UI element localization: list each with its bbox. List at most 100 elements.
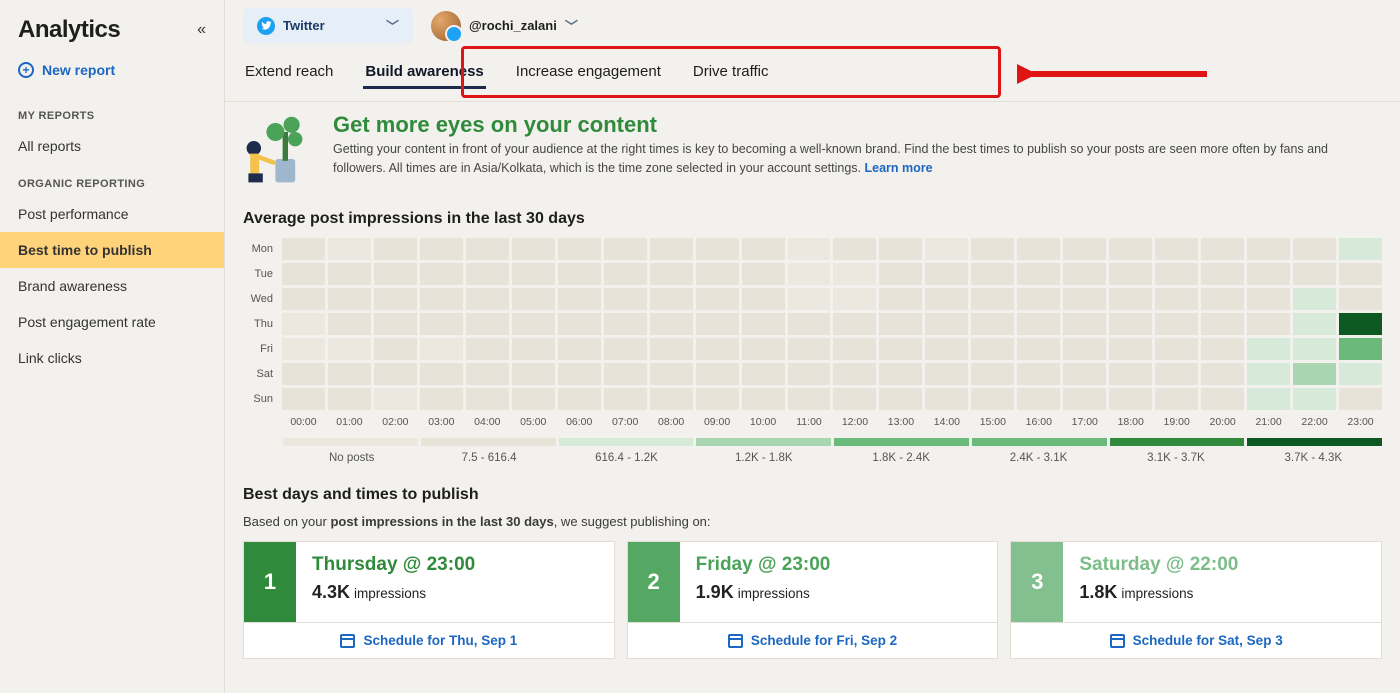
heatmap-cell[interactable] [742,363,785,385]
heatmap-cell[interactable] [1017,388,1060,410]
heatmap-cell[interactable] [879,338,922,360]
heatmap-cell[interactable] [1155,288,1198,310]
heatmap-cell[interactable] [1201,338,1244,360]
heatmap-cell[interactable] [879,288,922,310]
heatmap-cell[interactable] [282,313,325,335]
heatmap-cell[interactable] [879,313,922,335]
heatmap-cell[interactable] [1293,338,1336,360]
heatmap-cell[interactable] [971,388,1014,410]
heatmap-cell[interactable] [1247,363,1290,385]
heatmap-cell[interactable] [650,263,693,285]
tab-extend-reach[interactable]: Extend reach [243,57,335,89]
heatmap-cell[interactable] [1063,238,1106,260]
heatmap-cell[interactable] [558,338,601,360]
heatmap-cell[interactable] [512,238,555,260]
heatmap-cell[interactable] [1293,313,1336,335]
heatmap-cell[interactable] [1339,288,1382,310]
heatmap-cell[interactable] [1201,313,1244,335]
heatmap-cell[interactable] [879,388,922,410]
tab-drive-traffic[interactable]: Drive traffic [691,57,771,89]
heatmap-cell[interactable] [1017,363,1060,385]
heatmap-cell[interactable] [833,388,876,410]
heatmap-cell[interactable] [1247,388,1290,410]
heatmap-cell[interactable] [1063,288,1106,310]
heatmap-cell[interactable] [512,338,555,360]
heatmap-cell[interactable] [604,288,647,310]
heatmap-cell[interactable] [466,238,509,260]
heatmap-cell[interactable] [558,313,601,335]
heatmap-cell[interactable] [466,388,509,410]
tab-increase-engagement[interactable]: Increase engagement [514,57,663,89]
heatmap-cell[interactable] [650,338,693,360]
heatmap-cell[interactable] [420,288,463,310]
heatmap-cell[interactable] [1063,313,1106,335]
heatmap-cell[interactable] [742,288,785,310]
heatmap-cell[interactable] [1293,388,1336,410]
heatmap-cell[interactable] [558,238,601,260]
heatmap-cell[interactable] [1155,363,1198,385]
heatmap-cell[interactable] [282,288,325,310]
heatmap-cell[interactable] [604,263,647,285]
heatmap-cell[interactable] [925,288,968,310]
heatmap-cell[interactable] [833,338,876,360]
heatmap-cell[interactable] [1155,263,1198,285]
heatmap-cell[interactable] [1247,238,1290,260]
heatmap-cell[interactable] [1017,238,1060,260]
sidebar-item-best-time[interactable]: Best time to publish [0,232,224,268]
heatmap-cell[interactable] [1063,263,1106,285]
learn-more-link[interactable]: Learn more [865,161,933,175]
heatmap-cell[interactable] [512,363,555,385]
heatmap-cell[interactable] [420,388,463,410]
heatmap-cell[interactable] [558,363,601,385]
heatmap-cell[interactable] [282,263,325,285]
heatmap-cell[interactable] [925,263,968,285]
heatmap-cell[interactable] [282,338,325,360]
heatmap-cell[interactable] [1201,363,1244,385]
sidebar-item-brand-awareness[interactable]: Brand awareness [0,268,224,304]
heatmap-cell[interactable] [466,313,509,335]
heatmap-cell[interactable] [696,288,739,310]
heatmap-cell[interactable] [1063,363,1106,385]
heatmap-cell[interactable] [1247,288,1290,310]
heatmap-cell[interactable] [512,263,555,285]
heatmap-cell[interactable] [1017,338,1060,360]
heatmap-cell[interactable] [374,238,417,260]
heatmap-cell[interactable] [925,338,968,360]
heatmap-cell[interactable] [1109,263,1152,285]
heatmap-cell[interactable] [742,388,785,410]
heatmap-cell[interactable] [696,363,739,385]
heatmap-cell[interactable] [971,238,1014,260]
heatmap-cell[interactable] [1293,238,1336,260]
heatmap-cell[interactable] [604,363,647,385]
heatmap-cell[interactable] [833,263,876,285]
heatmap-cell[interactable] [788,363,831,385]
heatmap-cell[interactable] [1109,288,1152,310]
heatmap-cell[interactable] [420,238,463,260]
heatmap-cell[interactable] [328,263,371,285]
heatmap-cell[interactable] [833,288,876,310]
heatmap-cell[interactable] [328,313,371,335]
heatmap-cell[interactable] [971,288,1014,310]
heatmap-cell[interactable] [374,313,417,335]
heatmap-cell[interactable] [1339,263,1382,285]
heatmap-cell[interactable] [1293,263,1336,285]
heatmap-cell[interactable] [1063,388,1106,410]
heatmap-cell[interactable] [1247,263,1290,285]
heatmap-cell[interactable] [282,238,325,260]
new-report-button[interactable]: + New report [0,52,224,96]
schedule-button-1[interactable]: Schedule for Thu, Sep 1 [244,622,614,658]
heatmap-cell[interactable] [742,263,785,285]
heatmap-cell[interactable] [1247,313,1290,335]
heatmap-cell[interactable] [1109,313,1152,335]
heatmap-cell[interactable] [879,363,922,385]
heatmap-cell[interactable] [925,238,968,260]
heatmap-cell[interactable] [1017,313,1060,335]
heatmap-cell[interactable] [696,338,739,360]
sidebar-item-engagement-rate[interactable]: Post engagement rate [0,304,224,340]
heatmap-cell[interactable] [788,338,831,360]
schedule-button-2[interactable]: Schedule for Fri, Sep 2 [628,622,998,658]
heatmap-cell[interactable] [558,388,601,410]
heatmap-cell[interactable] [650,238,693,260]
heatmap-cell[interactable] [1293,363,1336,385]
heatmap-cell[interactable] [466,338,509,360]
